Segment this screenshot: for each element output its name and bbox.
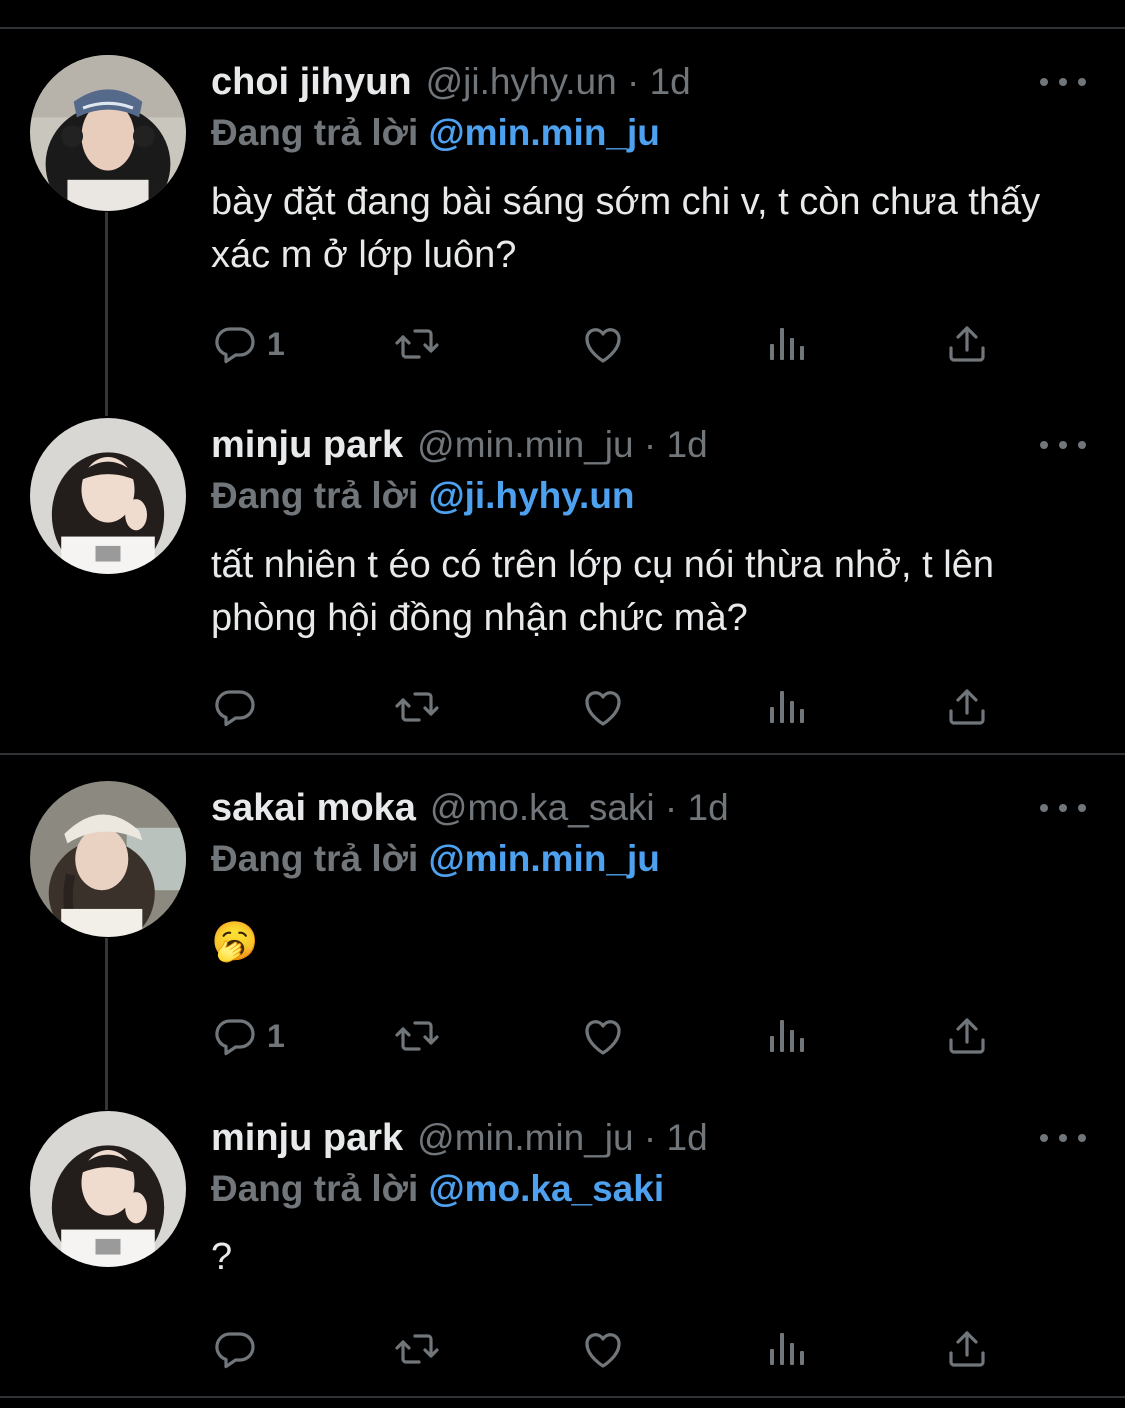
reply-button[interactable]	[211, 681, 267, 733]
reply-button[interactable]: 1	[211, 1010, 285, 1062]
views-icon	[762, 1325, 810, 1373]
display-name[interactable]: choi jihyun	[211, 61, 412, 104]
thread-divider	[0, 1396, 1125, 1398]
share-icon	[943, 683, 991, 731]
tweet-header: sakai moka @mo.ka_saki · 1d	[211, 784, 729, 832]
mention-link[interactable]: @min.min_ju	[429, 838, 660, 879]
tweet-header: minju park @min.min_ju · 1d	[211, 421, 708, 469]
reply-button[interactable]: 1	[211, 318, 285, 370]
reply-icon	[211, 1325, 259, 1373]
share-button[interactable]	[943, 1323, 991, 1375]
replying-to-label: Đang trả lời	[211, 112, 419, 153]
tweet-text: bày đặt đang bài sáng sớm chi v, t còn c…	[211, 181, 1041, 276]
retweet-button[interactable]	[393, 681, 441, 733]
top-divider	[0, 27, 1125, 29]
handle-time[interactable]: @ji.hyhy.un · 1d	[426, 61, 691, 103]
tweet-header: minju park @min.min_ju · 1d	[211, 1114, 708, 1162]
more-icon[interactable]	[1040, 1128, 1086, 1148]
like-button[interactable]	[579, 681, 627, 733]
tweet-text: ?	[211, 1236, 233, 1278]
replying-to: Đang trả lời @ji.hyhy.un	[211, 475, 635, 517]
replying-to-label: Đang trả lời	[211, 838, 419, 879]
handle-time[interactable]: @mo.ka_saki · 1d	[430, 787, 729, 829]
replying-to: Đang trả lời @min.min_ju	[211, 112, 660, 154]
like-icon	[579, 320, 627, 368]
reply-count: 1	[267, 1017, 285, 1054]
handle-time[interactable]: @min.min_ju · 1d	[417, 424, 708, 466]
avatar-woman-white-top	[30, 1111, 186, 1267]
avatar[interactable]	[30, 55, 186, 211]
like-button[interactable]	[579, 318, 627, 370]
thread-connector	[105, 938, 108, 1110]
thread-connector	[105, 212, 108, 416]
action-bar: 1	[211, 1010, 1011, 1062]
share-button[interactable]	[943, 1010, 991, 1062]
retweet-icon	[393, 320, 441, 368]
share-button[interactable]	[943, 681, 991, 733]
reply-icon	[211, 683, 259, 731]
action-bar	[211, 681, 1011, 733]
more-icon[interactable]	[1040, 798, 1086, 818]
retweet-button[interactable]	[393, 1323, 441, 1375]
retweet-icon	[393, 1012, 441, 1060]
retweet-button[interactable]	[393, 1010, 441, 1062]
tweet-header: choi jihyun @ji.hyhy.un · 1d	[211, 58, 691, 106]
mention-link[interactable]: @mo.ka_saki	[429, 1168, 665, 1209]
share-button[interactable]	[943, 318, 991, 370]
retweet-icon	[393, 1325, 441, 1373]
replying-to: Đang trả lời @mo.ka_saki	[211, 1168, 664, 1210]
thread-divider	[0, 753, 1125, 755]
display-name[interactable]: minju park	[211, 424, 403, 467]
replying-to: Đang trả lời @min.min_ju	[211, 838, 660, 880]
more-icon[interactable]	[1040, 72, 1086, 92]
like-button[interactable]	[579, 1010, 627, 1062]
action-bar	[211, 1323, 1011, 1375]
avatar[interactable]	[30, 418, 186, 574]
views-icon	[762, 1012, 810, 1060]
replying-to-label: Đang trả lời	[211, 1168, 419, 1209]
replying-to-label: Đang trả lời	[211, 475, 419, 516]
views-button[interactable]	[762, 318, 810, 370]
mention-link[interactable]: @ji.hyhy.un	[429, 475, 635, 516]
more-icon[interactable]	[1040, 435, 1086, 455]
tweet-text: tất nhiên t éo có trên lớp cụ nói thừa n…	[211, 544, 994, 639]
action-bar: 1	[211, 318, 1011, 370]
like-icon	[579, 683, 627, 731]
mention-link[interactable]: @min.min_ju	[429, 112, 660, 153]
display-name[interactable]: minju park	[211, 1117, 403, 1160]
avatar[interactable]	[30, 1111, 186, 1267]
retweet-button[interactable]	[393, 318, 441, 370]
reply-count: 1	[267, 325, 285, 362]
reply-button[interactable]	[211, 1323, 267, 1375]
views-button[interactable]	[762, 1323, 810, 1375]
views-button[interactable]	[762, 1010, 810, 1062]
tweet-text: 🥱	[211, 921, 259, 963]
avatar-woman-headphones-bandana	[30, 55, 186, 211]
views-icon	[762, 320, 810, 368]
avatar[interactable]	[30, 781, 186, 937]
avatar-woman-cap-braid	[30, 781, 186, 937]
reply-icon	[211, 320, 259, 368]
reply-icon	[211, 1012, 259, 1060]
share-icon	[943, 1325, 991, 1373]
share-icon	[943, 320, 991, 368]
views-icon	[762, 683, 810, 731]
display-name[interactable]: sakai moka	[211, 787, 416, 830]
avatar-woman-white-top	[30, 418, 186, 574]
views-button[interactable]	[762, 681, 810, 733]
handle-time[interactable]: @min.min_ju · 1d	[417, 1117, 708, 1159]
like-icon	[579, 1012, 627, 1060]
like-icon	[579, 1325, 627, 1373]
retweet-icon	[393, 683, 441, 731]
share-icon	[943, 1012, 991, 1060]
like-button[interactable]	[579, 1323, 627, 1375]
